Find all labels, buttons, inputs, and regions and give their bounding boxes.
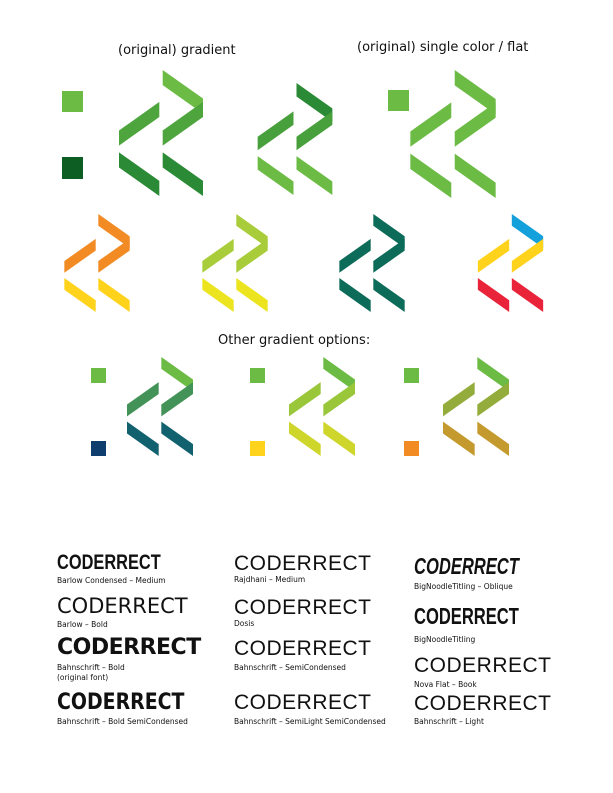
logo-mark-green-teal bbox=[127, 357, 193, 456]
logo-mark-gradient-1 bbox=[119, 70, 203, 196]
facet-lower-left bbox=[257, 156, 294, 195]
wordmark-rajdhani: CODERRECT bbox=[234, 552, 372, 575]
swatch-yellow bbox=[250, 441, 265, 456]
facet-lower-left bbox=[119, 152, 160, 196]
facet-upper-left bbox=[119, 101, 160, 146]
wordmark-barlow-condensed: CODERRECT bbox=[57, 551, 161, 574]
font-label-bignoodle: BigNoodleTitling bbox=[414, 635, 476, 644]
facet-upper-left bbox=[410, 102, 452, 147]
facet-upper-left bbox=[339, 238, 371, 273]
facet-upper-right bbox=[162, 101, 203, 146]
facet-upper-right bbox=[323, 382, 355, 417]
facet-lower-left bbox=[202, 278, 234, 312]
facet-upper-right bbox=[477, 382, 509, 417]
facet-lower-right bbox=[162, 152, 203, 196]
facet-upper-left bbox=[127, 382, 159, 417]
facet-upper-right bbox=[236, 238, 268, 273]
facet-lower-right bbox=[161, 421, 193, 456]
facet-lower-left bbox=[477, 278, 510, 312]
logo-mark-green-ochre bbox=[443, 357, 509, 456]
facet-upper-right bbox=[511, 238, 544, 273]
wordmark-bahnschrift-bold-semicondensed: CODERRECT bbox=[57, 690, 185, 715]
wordmark-nova-flat: CODERRECT bbox=[414, 654, 552, 677]
heading-other-gradients: Other gradient options: bbox=[218, 333, 371, 348]
logo-mark-tricolor bbox=[477, 214, 544, 312]
facet-upper-left bbox=[202, 238, 234, 273]
facet-lower-left bbox=[410, 153, 452, 198]
font-label-bahnschrift-light: Bahnschrift – Light bbox=[414, 717, 484, 726]
swatch-navy bbox=[91, 441, 106, 456]
font-label-dosis: Dosis bbox=[234, 619, 255, 628]
facet-lower-right bbox=[323, 421, 355, 456]
facet-upper-left bbox=[477, 238, 510, 273]
wordmark-bahnschrift-semicondensed: CODERRECT bbox=[234, 637, 372, 660]
facet-upper-right bbox=[296, 111, 333, 151]
swatch-orange bbox=[404, 441, 419, 456]
swatch-dark-green bbox=[62, 157, 83, 179]
swatch-green-3 bbox=[404, 368, 419, 383]
font-label-rajdhani: Rajdhani – Medium bbox=[234, 575, 306, 584]
facet-lower-right bbox=[98, 278, 130, 312]
wordmark-bignoodle: CODERRECT bbox=[414, 603, 519, 629]
facet-lower-left bbox=[289, 421, 321, 456]
wordmark-barlow-bold: CODERRECT bbox=[57, 594, 188, 618]
font-label-bahnschrift-semicondensed: Bahnschrift – SemiCondensed bbox=[234, 663, 346, 672]
wordmark-bahnschrift-semilight: CODERRECT bbox=[234, 691, 372, 714]
facet-lower-right bbox=[477, 421, 509, 456]
font-label-barlow-bold: Barlow – Bold bbox=[57, 620, 108, 629]
font-label-bahnschrift-semilight: Bahnschrift – SemiLight SemiCondensed bbox=[234, 717, 386, 726]
facet-lower-right bbox=[511, 278, 544, 312]
swatch-green-1 bbox=[91, 368, 106, 383]
facet-lower-right bbox=[296, 156, 333, 195]
facet-lower-right bbox=[454, 153, 496, 198]
wordmark-bahnschrift-light: CODERRECT bbox=[414, 692, 552, 715]
swatch-green-2 bbox=[250, 368, 265, 383]
facet-upper-left bbox=[289, 382, 321, 417]
font-label-barlow-condensed: Barlow Condensed – Medium bbox=[57, 576, 166, 585]
font-label-original-note: (original font) bbox=[57, 673, 109, 682]
facet-upper-left bbox=[64, 238, 96, 273]
facet-lower-right bbox=[236, 278, 268, 312]
heading-flat: (original) single color / flat bbox=[357, 40, 529, 55]
wordmark-dosis: CODERRECT bbox=[234, 596, 372, 619]
facet-upper-right bbox=[161, 382, 193, 417]
swatch-light-green-flat bbox=[388, 90, 409, 111]
facet-lower-left bbox=[443, 421, 475, 456]
facet-lower-left bbox=[64, 278, 96, 312]
font-label-bahnschrift-bold-semicondensed: Bahnschrift – Bold SemiCondensed bbox=[57, 717, 188, 726]
logo-mark-gradient-2 bbox=[257, 83, 333, 195]
logo-mark-lime-yellow bbox=[202, 214, 268, 312]
font-label-nova-flat: Nova Flat – Book bbox=[414, 680, 477, 689]
wordmark-bignoodle-oblique: CODERRECT bbox=[414, 553, 519, 579]
swatch-light-green bbox=[62, 91, 83, 112]
logo-mark-green-lime bbox=[289, 357, 355, 456]
facet-upper-right bbox=[454, 102, 496, 147]
facet-upper-left bbox=[443, 382, 475, 417]
logo-mark-orange-yellow bbox=[64, 214, 130, 312]
font-label-bignoodle-oblique: BigNoodleTitling – Oblique bbox=[414, 582, 513, 591]
facet-upper-right bbox=[98, 238, 130, 273]
facet-upper-left bbox=[257, 111, 294, 151]
facet-lower-left bbox=[127, 421, 159, 456]
facet-lower-left bbox=[339, 278, 371, 312]
logo-mark-flat-green bbox=[410, 70, 496, 198]
wordmark-bahnschrift-bold: CODERRECT bbox=[57, 635, 201, 660]
facet-upper-right bbox=[373, 238, 405, 273]
logo-mark-teal-flat bbox=[339, 214, 405, 312]
heading-gradient: (original) gradient bbox=[118, 43, 236, 58]
facet-lower-right bbox=[373, 278, 405, 312]
font-label-bahnschrift-bold: Bahnschrift – Bold bbox=[57, 663, 125, 672]
